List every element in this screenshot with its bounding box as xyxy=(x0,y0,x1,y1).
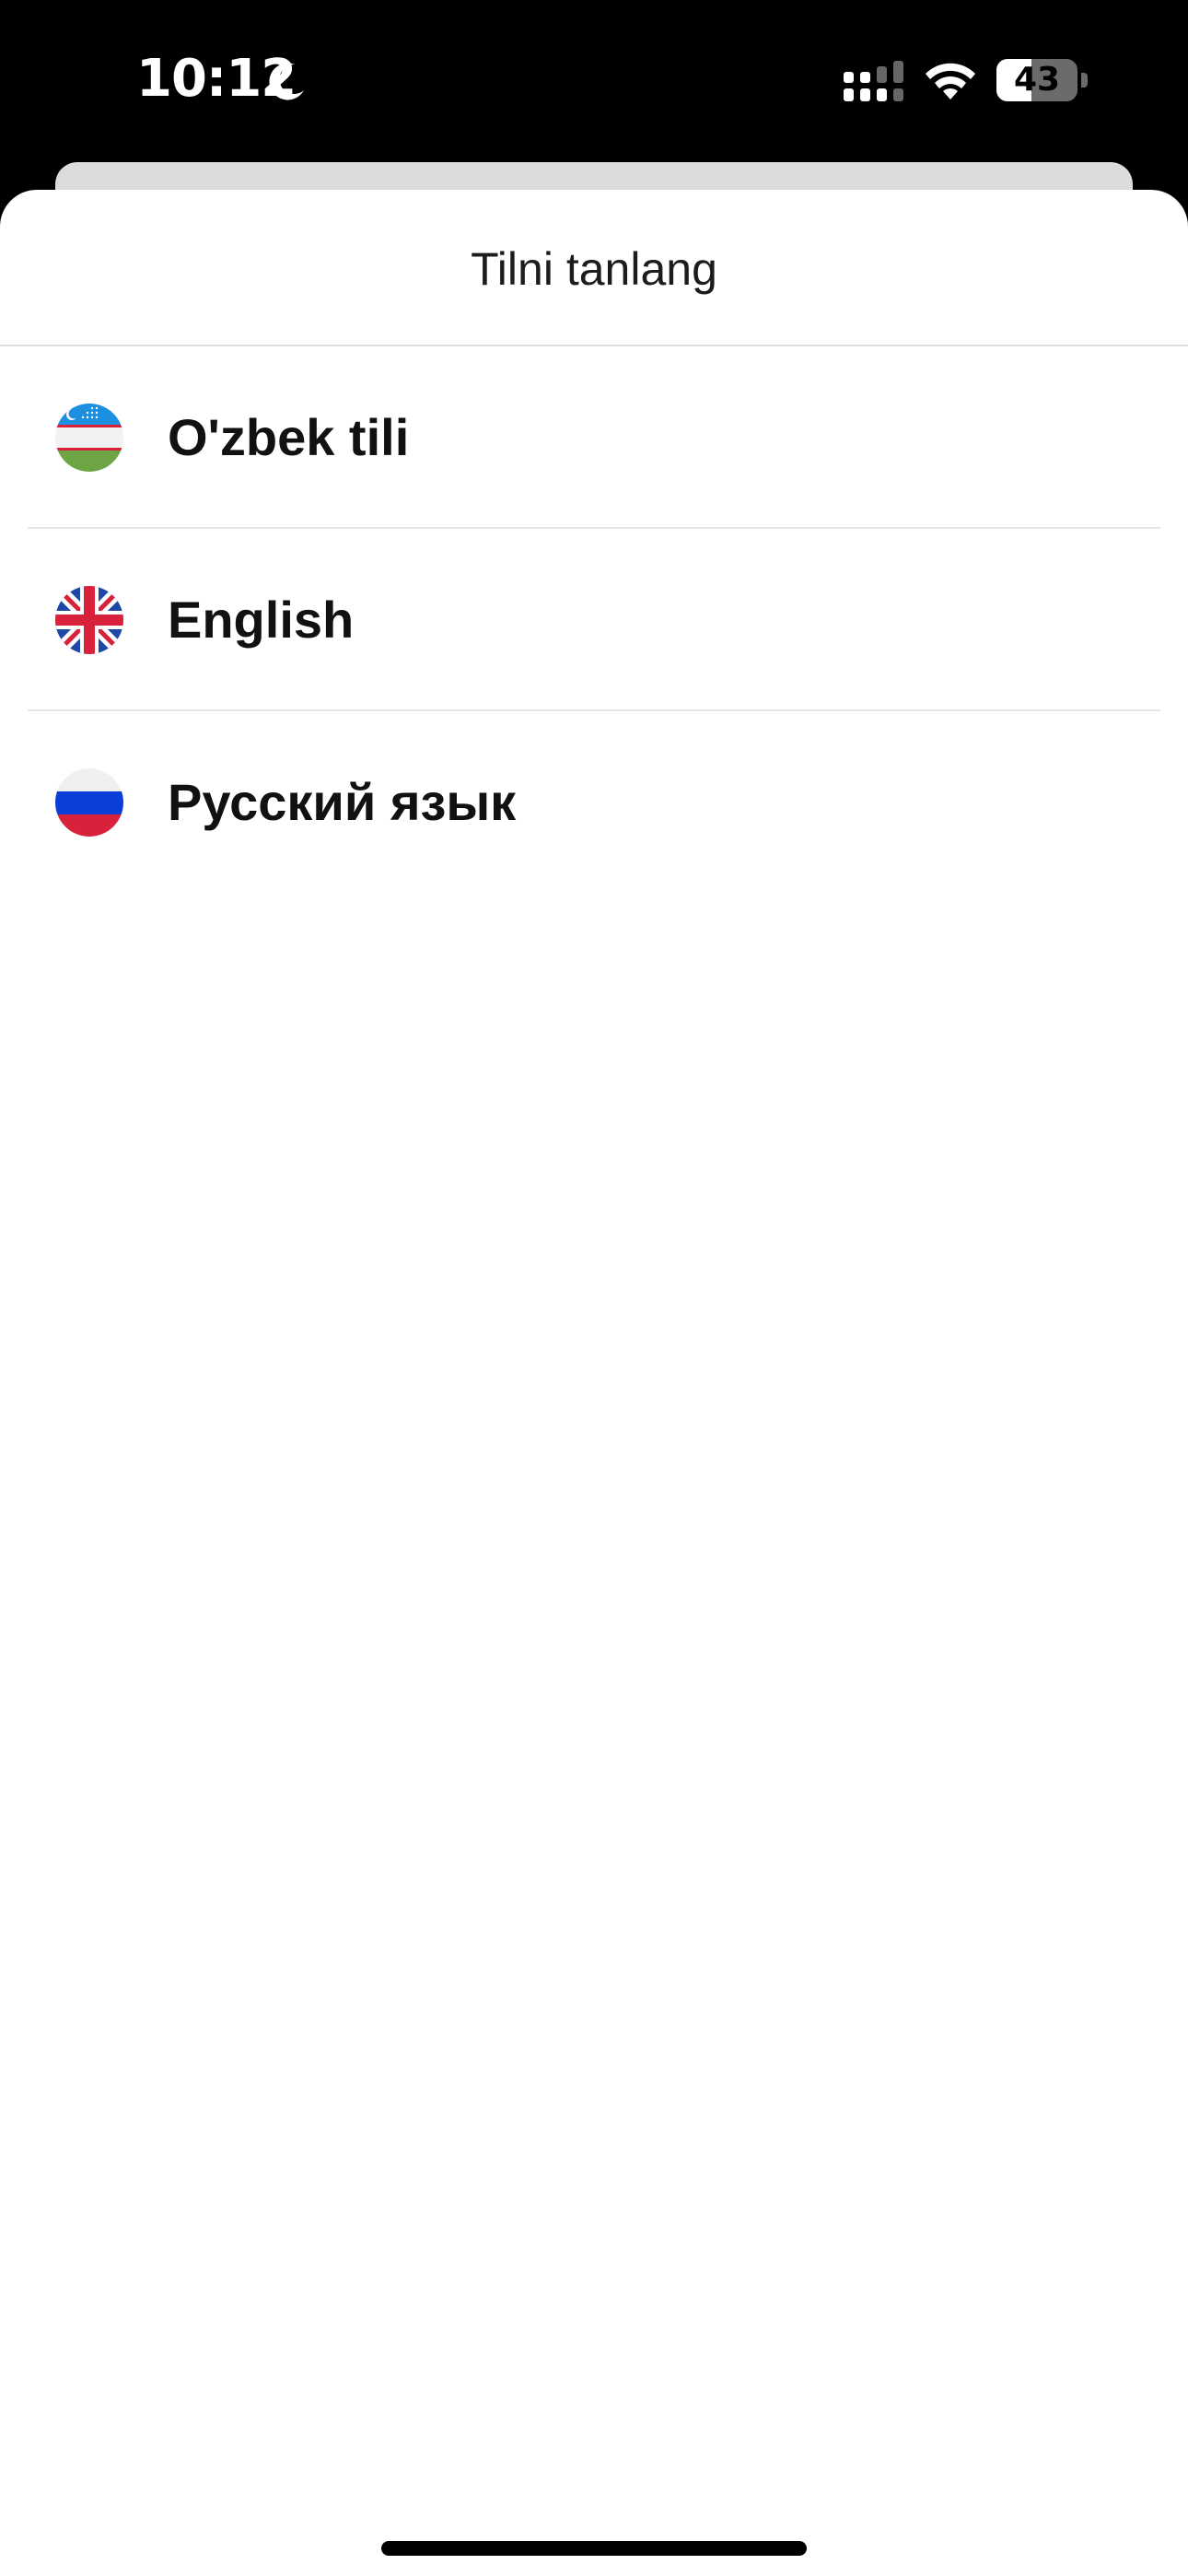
status-bar: 10:12 43 xyxy=(0,0,1188,162)
wifi-icon xyxy=(926,63,975,100)
language-list: O'zbek tili English Русский язык xyxy=(0,346,1188,894)
language-label: English xyxy=(168,591,355,649)
signal-icon xyxy=(844,61,903,101)
battery-icon: 43 xyxy=(996,59,1089,101)
russia-flag-icon xyxy=(55,768,123,837)
language-item-uzbek[interactable]: O'zbek tili xyxy=(0,346,1188,529)
language-label: Русский язык xyxy=(168,773,517,831)
language-label: O'zbek tili xyxy=(168,408,410,466)
moon-icon xyxy=(269,63,304,100)
uk-flag-icon xyxy=(55,586,123,654)
language-sheet: Tilni tanlang O'zbek tili English Русски… xyxy=(0,190,1188,2576)
home-indicator[interactable] xyxy=(381,2541,807,2556)
language-item-russian[interactable]: Русский язык xyxy=(0,711,1188,894)
battery-level: 43 xyxy=(1013,61,1061,99)
language-item-english[interactable]: English xyxy=(0,529,1188,711)
sheet-title: Tilni tanlang xyxy=(471,243,717,295)
uzbekistan-flag-icon xyxy=(55,404,123,472)
sheet-header: Tilni tanlang xyxy=(0,190,1188,346)
